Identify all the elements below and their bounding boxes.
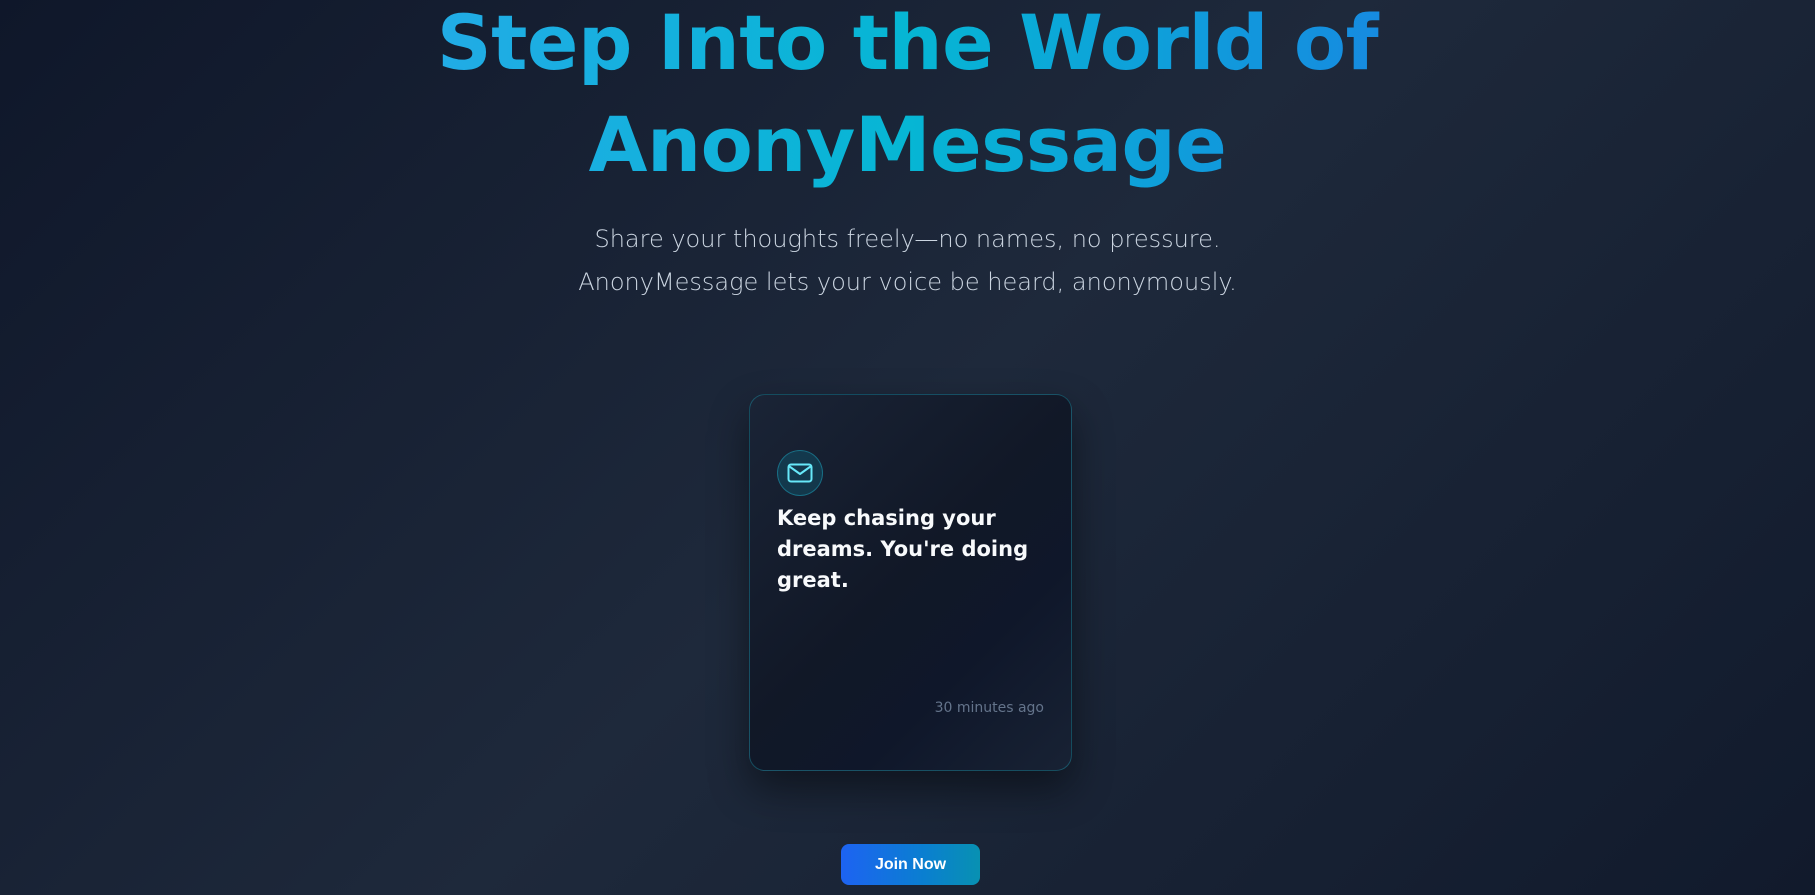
message-text: Keep chasing your dreams. You're doing g… [777,506,1029,592]
message-card: Keep chasing your dreams. You're doing g… [749,394,1072,771]
hero-subtitle: Share your thoughts freely—no names, no … [0,218,1815,304]
hero-subtitle-line2: AnonyMessage lets your voice be heard, a… [578,268,1237,296]
hero-subtitle-line1: Share your thoughts freely—no names, no … [594,225,1221,253]
mail-icon [777,450,823,496]
hero-title-line1: Step Into the World of [0,0,1815,93]
hero-title-line2: AnonyMessage [0,94,1815,195]
message-timestamp: 30 minutes ago [934,700,1044,716]
join-now-button[interactable]: Join Now [841,844,980,885]
